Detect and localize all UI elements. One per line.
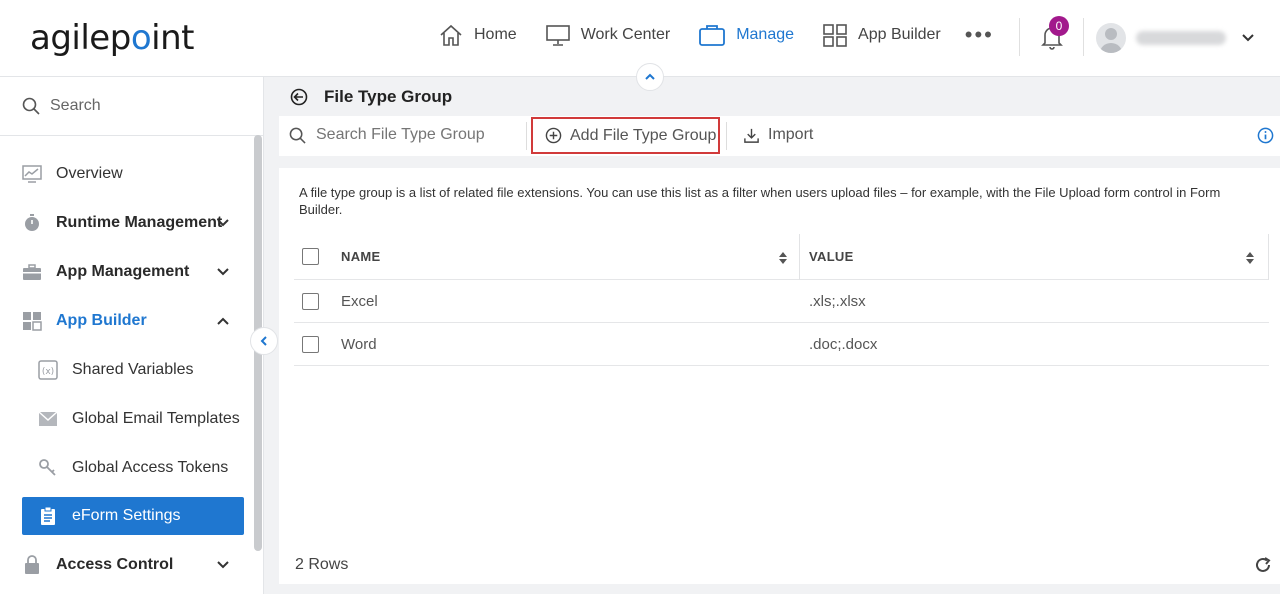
page-header: File Type Group (290, 87, 452, 107)
add-file-type-group-button[interactable]: Add File Type Group (531, 117, 720, 154)
chart-icon (22, 165, 42, 183)
info-icon (1257, 127, 1274, 144)
file-type-group-search (289, 126, 516, 144)
table-header-row: NAME VALUE (294, 234, 1269, 280)
row-name: Excel (341, 292, 378, 310)
sidebar: Search Overview Runtime Management App M… (0, 77, 264, 594)
chevron-down-icon (1242, 34, 1254, 42)
content-panel: A file type group is a list of related f… (279, 168, 1280, 584)
plus-circle-icon (545, 127, 562, 144)
row-name: Word (341, 335, 377, 353)
home-icon (440, 24, 462, 46)
download-icon (744, 128, 759, 143)
table-row[interactable]: Excel .xls;.xlsx (294, 280, 1269, 323)
row-count: 2 Rows (295, 556, 349, 573)
variable-icon: (x) (38, 360, 58, 380)
sidebar-item-global-email-templates[interactable]: Global Email Templates (22, 400, 244, 438)
nav-manage[interactable]: Manage (698, 23, 794, 47)
toolbar-divider (526, 122, 527, 150)
sidebar-item-global-access-tokens[interactable]: Global Access Tokens (22, 449, 244, 487)
agilepoint-logo[interactable]: agilepoint (30, 18, 194, 58)
row-checkbox[interactable] (302, 292, 319, 310)
envelope-icon (38, 411, 58, 426)
username-blurred (1136, 31, 1226, 45)
select-all-checkbox[interactable] (302, 248, 319, 265)
svg-text:(x): (x) (42, 367, 54, 377)
sidebar-item-runtime-management[interactable]: Runtime Management (22, 204, 244, 242)
sidebar-item-eform-settings[interactable]: eForm Settings (22, 497, 244, 535)
import-button[interactable]: Import (743, 126, 813, 144)
nav-work-center[interactable]: Work Center (545, 23, 670, 47)
avatar[interactable] (1096, 23, 1126, 53)
table-row[interactable]: Word .doc;.docx (294, 323, 1269, 366)
lock-icon (25, 555, 39, 574)
row-checkbox[interactable] (302, 335, 319, 353)
toolbox-icon (23, 264, 41, 280)
nav-app-builder[interactable]: App Builder (822, 23, 941, 47)
main-nav: Home Work Center Manage App Builder ••• (438, 22, 994, 48)
sort-icon[interactable] (1245, 251, 1255, 265)
refresh-icon (1256, 557, 1271, 572)
page-title: File Type Group (324, 87, 453, 106)
header-divider (1019, 18, 1020, 56)
notification-badge: 0 (1049, 16, 1069, 36)
more-menu-icon[interactable]: ••• (965, 22, 994, 48)
sort-icon[interactable] (778, 251, 788, 265)
file-type-group-table: NAME VALUE Excel .xls;.xlsx Word .doc;.d… (294, 234, 1269, 366)
collapse-sidebar-button[interactable] (250, 327, 278, 355)
chevron-down-icon (217, 268, 229, 276)
sidebar-item-shared-variables[interactable]: (x) Shared Variables (22, 351, 244, 389)
stopwatch-icon (25, 214, 39, 231)
chevron-down-icon (217, 219, 229, 227)
header-divider (1083, 18, 1084, 56)
user-menu-chevron[interactable] (1240, 30, 1256, 51)
briefcase-icon (699, 25, 726, 46)
row-value: .xls;.xlsx (809, 292, 866, 310)
sidebar-item-overview[interactable]: Overview (22, 155, 244, 193)
sidebar-item-app-builder[interactable]: App Builder (22, 302, 244, 340)
column-header-value[interactable]: VALUE (809, 249, 854, 264)
column-divider[interactable] (1268, 234, 1269, 280)
chevron-left-icon (260, 336, 267, 346)
refresh-button[interactable] (1254, 556, 1272, 579)
sidebar-item-access-control[interactable]: Access Control (22, 546, 244, 584)
collapse-header-button[interactable] (636, 63, 664, 91)
chevron-up-icon (217, 317, 229, 325)
row-value: .doc;.docx (809, 335, 878, 353)
keys-icon (39, 459, 56, 476)
toolbar: Add File Type Group Import (279, 116, 1280, 156)
search-icon (289, 127, 306, 144)
app-grid-icon (23, 312, 42, 331)
column-header-name[interactable]: NAME (341, 249, 380, 264)
search-icon (22, 97, 40, 115)
user-icon (1100, 28, 1122, 53)
toolbar-divider (726, 122, 727, 150)
monitor-icon (545, 25, 570, 46)
nav-home[interactable]: Home (438, 23, 517, 47)
chevron-up-icon (645, 73, 655, 80)
chevron-down-icon (217, 561, 229, 569)
clipboard-icon (41, 506, 55, 525)
back-arrow-icon[interactable] (290, 88, 308, 106)
sidebar-item-app-management[interactable]: App Management (22, 253, 244, 291)
grid-icon (823, 24, 847, 47)
sidebar-search[interactable]: Search (0, 77, 263, 136)
column-divider[interactable] (799, 234, 800, 280)
page-description: A file type group is a list of related f… (299, 185, 1221, 217)
info-button[interactable] (1257, 127, 1274, 149)
search-input[interactable] (316, 126, 516, 144)
